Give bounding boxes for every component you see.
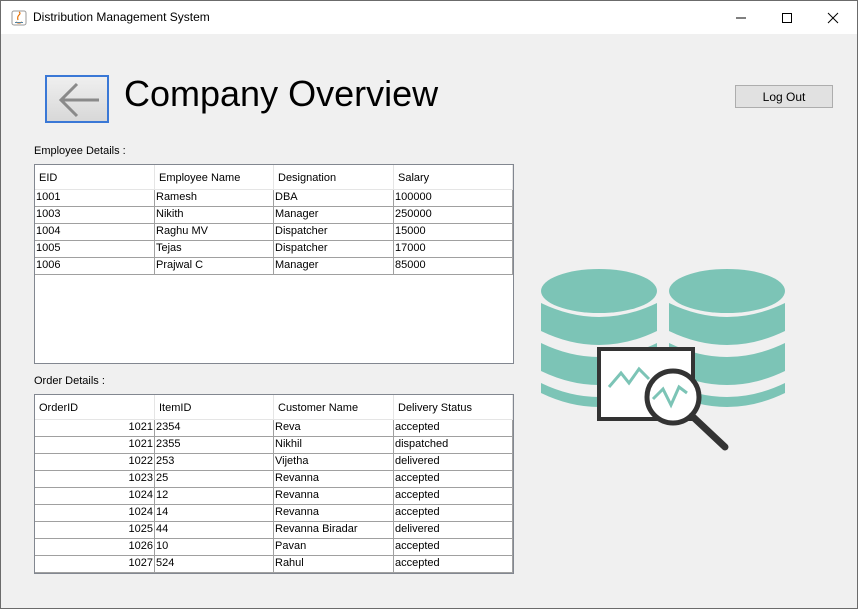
table-cell: Vijetha — [274, 454, 394, 470]
java-app-icon — [11, 10, 27, 26]
table-cell: delivered — [394, 454, 513, 470]
table-cell: Revanna — [274, 488, 394, 504]
table-cell: 1021 — [35, 437, 155, 453]
table-cell: Tejas — [155, 241, 274, 257]
employee-table[interactable]: EID Employee Name Designation Salary 100… — [34, 164, 514, 364]
table-cell: 2355 — [155, 437, 274, 453]
table-cell: accepted — [394, 539, 513, 555]
table-cell: 1027 — [35, 556, 155, 572]
table-cell: 10 — [155, 539, 274, 555]
column-header-employee-name[interactable]: Employee Name — [155, 165, 274, 189]
table-row[interactable]: 1005 Tejas Dispatcher 17000 — [35, 241, 513, 258]
database-analytics-icon — [541, 269, 785, 451]
table-row[interactable]: 1027 524 Rahul accepted — [35, 556, 513, 573]
maximize-button[interactable] — [764, 1, 810, 34]
order-table[interactable]: OrderID ItemID Customer Name Delivery St… — [34, 394, 514, 574]
close-icon — [827, 12, 839, 23]
minimize-icon — [736, 17, 746, 18]
table-cell: Revanna Biradar — [274, 522, 394, 538]
table-cell: Revanna — [274, 471, 394, 487]
arrow-left-icon — [58, 82, 99, 118]
table-cell: dispatched — [394, 437, 513, 453]
table-cell: 12 — [155, 488, 274, 504]
table-row[interactable]: 1001 Ramesh DBA 100000 — [35, 190, 513, 207]
table-cell: 25 — [155, 471, 274, 487]
table-cell: 100000 — [394, 190, 513, 206]
table-cell: DBA — [274, 190, 394, 206]
maximize-icon — [782, 12, 792, 23]
app-window: Distribution Management System Company O… — [0, 0, 858, 609]
table-cell: 1026 — [35, 539, 155, 555]
table-cell: Pavan — [274, 539, 394, 555]
table-cell: Revanna — [274, 505, 394, 521]
table-cell: 253 — [155, 454, 274, 470]
close-button[interactable] — [810, 1, 856, 34]
table-cell: 1003 — [35, 207, 155, 223]
table-cell: accepted — [394, 556, 513, 572]
back-button[interactable] — [45, 75, 109, 123]
table-cell: Nikith — [155, 207, 274, 223]
table-row[interactable]: 1026 10 Pavan accepted — [35, 539, 513, 556]
table-cell: Rahul — [274, 556, 394, 572]
table-cell: 1025 — [35, 522, 155, 538]
table-cell: accepted — [394, 488, 513, 504]
table-cell: Manager — [274, 207, 394, 223]
table-cell: delivered — [394, 522, 513, 538]
column-header-designation[interactable]: Designation — [274, 165, 394, 189]
order-table-header: OrderID ItemID Customer Name Delivery St… — [35, 395, 513, 420]
table-cell: 1024 — [35, 488, 155, 504]
logout-button[interactable]: Log Out — [735, 85, 833, 108]
table-cell: 1022 — [35, 454, 155, 470]
table-row[interactable]: 1022 253 Vijetha delivered — [35, 454, 513, 471]
table-row[interactable]: 1003 Nikith Manager 250000 — [35, 207, 513, 224]
table-cell: Manager — [274, 258, 394, 274]
table-cell: Raghu MV — [155, 224, 274, 240]
table-cell: 44 — [155, 522, 274, 538]
table-cell: 1024 — [35, 505, 155, 521]
order-details-label: Order Details : — [34, 375, 105, 387]
column-header-item-id[interactable]: ItemID — [155, 395, 274, 419]
table-cell: 85000 — [394, 258, 513, 274]
table-cell: 1021 — [35, 420, 155, 436]
window-title: Distribution Management System — [33, 10, 210, 24]
table-row[interactable]: 1021 2355 Nikhil dispatched — [35, 437, 513, 454]
employee-table-header: EID Employee Name Designation Salary — [35, 165, 513, 190]
table-cell: 2354 — [155, 420, 274, 436]
table-row[interactable]: 1004 Raghu MV Dispatcher 15000 — [35, 224, 513, 241]
minimize-button[interactable] — [718, 1, 764, 34]
table-cell: Ramesh — [155, 190, 274, 206]
table-cell: 1005 — [35, 241, 155, 257]
table-cell: Reva — [274, 420, 394, 436]
table-cell: 1001 — [35, 190, 155, 206]
table-cell: accepted — [394, 420, 513, 436]
table-cell: 1004 — [35, 224, 155, 240]
table-cell: 17000 — [394, 241, 513, 257]
column-header-eid[interactable]: EID — [35, 165, 155, 189]
table-row[interactable]: 1023 25 Revanna accepted — [35, 471, 513, 488]
table-cell: 524 — [155, 556, 274, 572]
column-header-order-id[interactable]: OrderID — [35, 395, 155, 419]
title-bar: Distribution Management System — [1, 1, 857, 34]
page-title: Company Overview — [124, 73, 439, 114]
column-header-customer-name[interactable]: Customer Name — [274, 395, 394, 419]
table-cell: 14 — [155, 505, 274, 521]
table-cell: 15000 — [394, 224, 513, 240]
table-cell: Prajwal C — [155, 258, 274, 274]
table-row[interactable]: 1025 44 Revanna Biradar delivered — [35, 522, 513, 539]
column-header-delivery-status[interactable]: Delivery Status — [394, 395, 513, 419]
table-row[interactable]: 1024 12 Revanna accepted — [35, 488, 513, 505]
table-row[interactable]: 1024 14 Revanna accepted — [35, 505, 513, 522]
table-cell: Dispatcher — [274, 241, 394, 257]
table-cell: accepted — [394, 505, 513, 521]
table-cell: Nikhil — [274, 437, 394, 453]
table-row[interactable]: 1021 2354 Reva accepted — [35, 420, 513, 437]
table-cell: 250000 — [394, 207, 513, 223]
table-cell: 1023 — [35, 471, 155, 487]
employee-details-label: Employee Details : — [34, 145, 126, 157]
table-row[interactable]: 1006 Prajwal C Manager 85000 — [35, 258, 513, 275]
table-cell: Dispatcher — [274, 224, 394, 240]
column-header-salary[interactable]: Salary — [394, 165, 513, 189]
table-cell: 1006 — [35, 258, 155, 274]
table-cell: accepted — [394, 471, 513, 487]
